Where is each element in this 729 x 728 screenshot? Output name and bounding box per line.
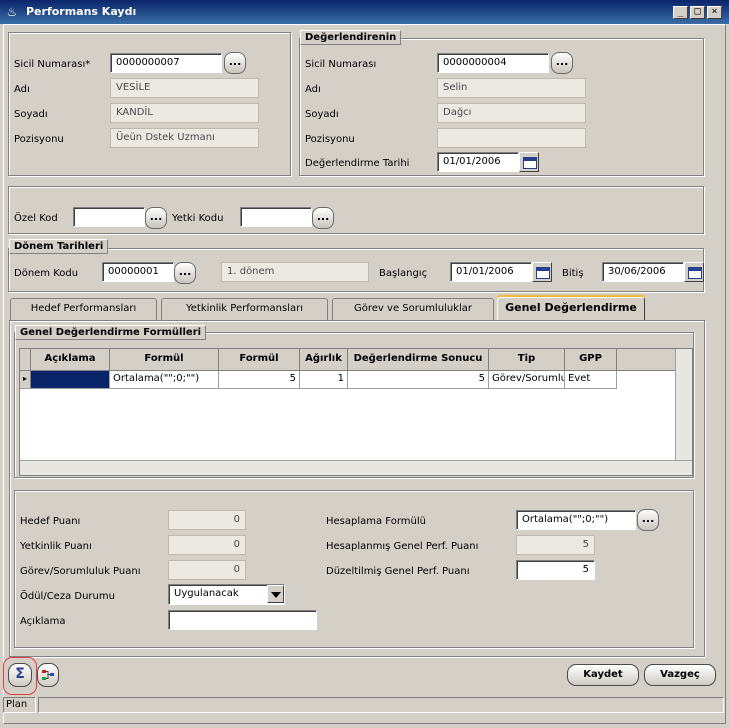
evaluator-sicil-lookup-button[interactable]: ... [551,52,573,74]
bitis-label: Bitiş [562,268,584,279]
evaluator-pozisyon-label: Pozisyonu [305,134,355,145]
formulas-group-label: Genel Değerlendirme Formülleri [15,325,207,340]
status-bar-panel: Plan [3,697,36,713]
column-header[interactable]: Ağırlık [300,349,348,371]
pozisyon-label: Pozisyonu [14,134,64,145]
duzeltilmis-puan-label: Düzeltilmiş Genel Perf. Puanı [326,566,470,577]
sicil-lookup-button[interactable]: ... [224,52,246,74]
vazgec-button[interactable]: Vazgeç [644,664,716,686]
period-group-label: Dönem Tarihleri [9,239,109,254]
tab-gorev-ve-sorumluluklar[interactable]: Görev ve Sorumluluklar [332,298,494,320]
hesaplama-formulu-label: Hesaplama Formülü [326,516,426,527]
column-header[interactable]: Değerlendirme Sonucu [348,349,489,371]
calendar-icon[interactable] [684,262,704,282]
calendar-icon[interactable] [519,152,539,172]
aciklama-label: Açıklama [20,616,66,627]
kaydet-button[interactable]: Kaydet [567,664,639,686]
yetki-kodu-lookup-button[interactable]: ... [312,207,334,229]
donem-kodu-label: Dönem Kodu [14,268,79,279]
yetkinlik-puani-label: Yetkinlik Puanı [20,541,92,552]
column-header[interactable]: Formül Sonucu [219,349,300,384]
ozel-kod-field[interactable] [73,207,145,227]
horizontal-scrollbar[interactable] [20,460,692,475]
java-app-icon: ♨ [6,5,18,19]
hesaplanmis-puan-label: Hesaplanmış Genel Perf. Puanı [326,541,479,552]
table-cell[interactable]: Evet [565,371,617,389]
degerlendirme-tarihi-label: Değerlendirme Tarihi [305,158,410,169]
row-indicator-header [20,349,31,371]
sicil-label: Sicil Numarası* [14,59,91,70]
table-cell[interactable]: Ortalama("";0;"") [110,371,219,389]
table-cell[interactable]: 5 [219,371,300,389]
aciklama-field[interactable] [168,610,317,630]
yetki-kodu-label: Yetki Kodu [172,213,224,224]
ozel-kod-lookup-button[interactable]: ... [145,207,167,229]
window-title: Performans Kaydı [26,5,137,18]
tree-icon [42,670,54,680]
baslangic-label: Başlangıç [379,268,428,279]
evaluator-soyadi-label: Soyadı [305,109,339,120]
tab-yetkinlik-performanslari[interactable]: Yetkinlik Performansları [161,298,328,320]
ozel-kod-label: Özel Kod [14,213,58,224]
adi-label: Adı [14,84,30,95]
chevron-down-icon[interactable] [267,585,284,603]
soyadi-field: KANDİL [110,103,259,123]
table-cell[interactable]: 5 [348,371,489,389]
donem-kodu-lookup-button[interactable]: ... [174,262,196,284]
column-header[interactable]: Formül [110,349,219,371]
pozisyon-field: Üeün Dstek Uzmanı [110,128,259,148]
evaluator-sicil-label: Sicil Numarası [305,59,377,70]
details-button[interactable] [37,663,59,687]
evaluator-soyadi-field: Dağcı [437,103,586,123]
degerlendirme-tarihi-field[interactable]: 01/01/2006 [437,152,519,172]
table-cell[interactable] [31,371,110,389]
empty-column-header [617,349,675,371]
column-header[interactable]: Açıklama [31,349,110,371]
hedef-puani-label: Hedef Puanı [20,516,81,527]
sicil-field[interactable]: 0000000007 [110,53,222,73]
bitis-field[interactable]: 30/06/2006 [602,262,684,282]
tab-hedef-performanslari[interactable]: Hedef Performansları [10,298,157,320]
gorev-puani-label: Görev/Sorumluluk Puanı [20,566,141,577]
table-cell[interactable]: Görev/Sorumlu [489,371,565,389]
title-bar: ♨ Performans Kaydı _ □ × [0,0,729,24]
evaluator-adi-label: Adı [305,84,321,95]
baslangic-field[interactable]: 01/01/2006 [450,262,532,282]
sigma-button[interactable]: Σ [8,663,32,687]
table-cell[interactable]: 1 [300,371,348,389]
hesaplanmis-puan-field: 5 [516,535,595,555]
hedef-puani-field: 0 [168,510,246,530]
yetkinlik-puani-field: 0 [168,535,246,555]
evaluator-pozisyon-field [437,128,586,148]
gorev-puani-field: 0 [168,560,246,580]
evaluator-group-label: Değerlendirenin [300,30,402,45]
column-header[interactable]: Tip [489,349,565,371]
donem-kodu-field[interactable]: 00000001 [102,262,174,282]
hesaplama-formulu-lookup-button[interactable]: ... [637,509,659,531]
evaluator-sicil-field[interactable]: 0000000004 [437,53,549,73]
adi-field: VESİLE [110,78,259,98]
evaluator-adi-field: Selin [437,78,586,98]
calendar-icon[interactable] [532,262,552,282]
odul-ceza-label: Ödül/Ceza Durumu [20,591,115,602]
minimize-button[interactable]: _ [673,6,688,19]
yetki-kodu-field[interactable] [240,207,312,227]
row-indicator: ▸ [20,371,31,389]
soyadi-label: Soyadı [14,109,48,120]
close-button[interactable]: × [707,6,722,19]
vertical-scrollbar[interactable] [675,349,692,460]
tab-genel-degerlendirme[interactable]: Genel Değerlendirme [497,297,645,321]
status-bar-main [38,697,724,713]
column-header[interactable]: GPP [565,349,617,371]
donem-aciklama-field: 1. dönem [221,262,369,282]
maximize-button[interactable]: □ [690,6,705,19]
hesaplama-formulu-field[interactable]: Ortalama("";0;"") [516,510,636,530]
duzeltilmis-puan-field[interactable]: 5 [516,560,595,580]
